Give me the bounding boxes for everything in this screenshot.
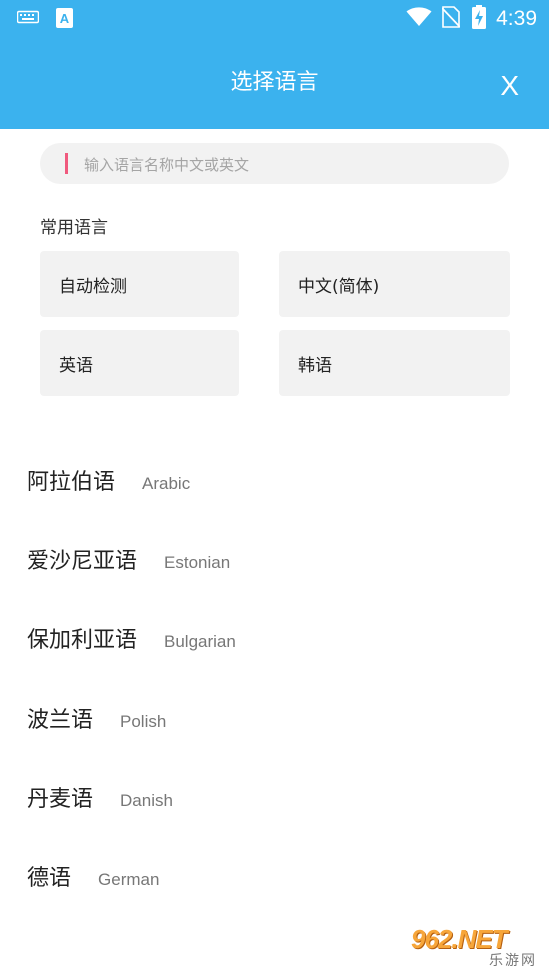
- watermark-sub: 乐游网: [489, 953, 537, 969]
- page-title: 选择语言: [230, 70, 319, 95]
- language-name-cn: 阿拉伯语: [27, 470, 116, 495]
- watermark-logo: 962.NET 乐游网: [405, 922, 541, 970]
- language-name-en: Arabic: [142, 474, 191, 493]
- language-item-polish[interactable]: 波兰语 Polish: [27, 702, 166, 742]
- app-bar: A 4:39 选择语言 X: [0, 0, 549, 129]
- language-name-en: Danish: [120, 791, 173, 810]
- close-button[interactable]: X: [500, 70, 519, 102]
- language-item-danish[interactable]: 丹麦语 Danish: [27, 781, 173, 821]
- tile-english[interactable]: 英语: [40, 330, 239, 396]
- search-input[interactable]: [82, 143, 496, 186]
- language-item-bulgarian[interactable]: 保加利亚语 Bulgarian: [27, 622, 236, 662]
- search-bar[interactable]: [40, 143, 509, 186]
- no-sim-icon: [441, 6, 461, 32]
- tile-chinese-simplified[interactable]: 中文(简体): [279, 251, 510, 317]
- language-name-cn: 保加利亚语: [27, 628, 138, 653]
- language-item-estonian[interactable]: 爱沙尼亚语 Estonian: [27, 543, 230, 583]
- tile-korean[interactable]: 韩语: [279, 330, 510, 396]
- text-cursor: [65, 153, 68, 174]
- language-name-cn: 波兰语: [27, 708, 94, 733]
- text-input-icon: A: [56, 8, 73, 32]
- language-name-cn: 爱沙尼亚语: [27, 549, 138, 574]
- language-item-arabic[interactable]: 阿拉伯语 Arabic: [27, 464, 190, 504]
- battery-charging-icon: [472, 5, 487, 33]
- status-time: 4:39: [496, 7, 537, 30]
- keyboard-icon: [16, 9, 40, 29]
- common-languages-label: 常用语言: [40, 218, 108, 238]
- language-name-cn: 德语: [27, 866, 72, 891]
- language-name-en: Bulgarian: [164, 632, 236, 651]
- language-name-en: German: [98, 870, 160, 889]
- language-name-en: Polish: [120, 712, 167, 731]
- input-icon-letter: A: [60, 11, 70, 26]
- language-name-en: Estonian: [164, 553, 231, 572]
- language-item-german[interactable]: 德语 German: [27, 860, 159, 900]
- tile-auto-detect[interactable]: 自动检测: [40, 251, 239, 317]
- wifi-icon: [406, 7, 432, 31]
- status-right-group: 4:39: [406, 4, 537, 34]
- status-bar: A 4:39: [0, 0, 549, 38]
- language-name-cn: 丹麦语: [27, 787, 94, 812]
